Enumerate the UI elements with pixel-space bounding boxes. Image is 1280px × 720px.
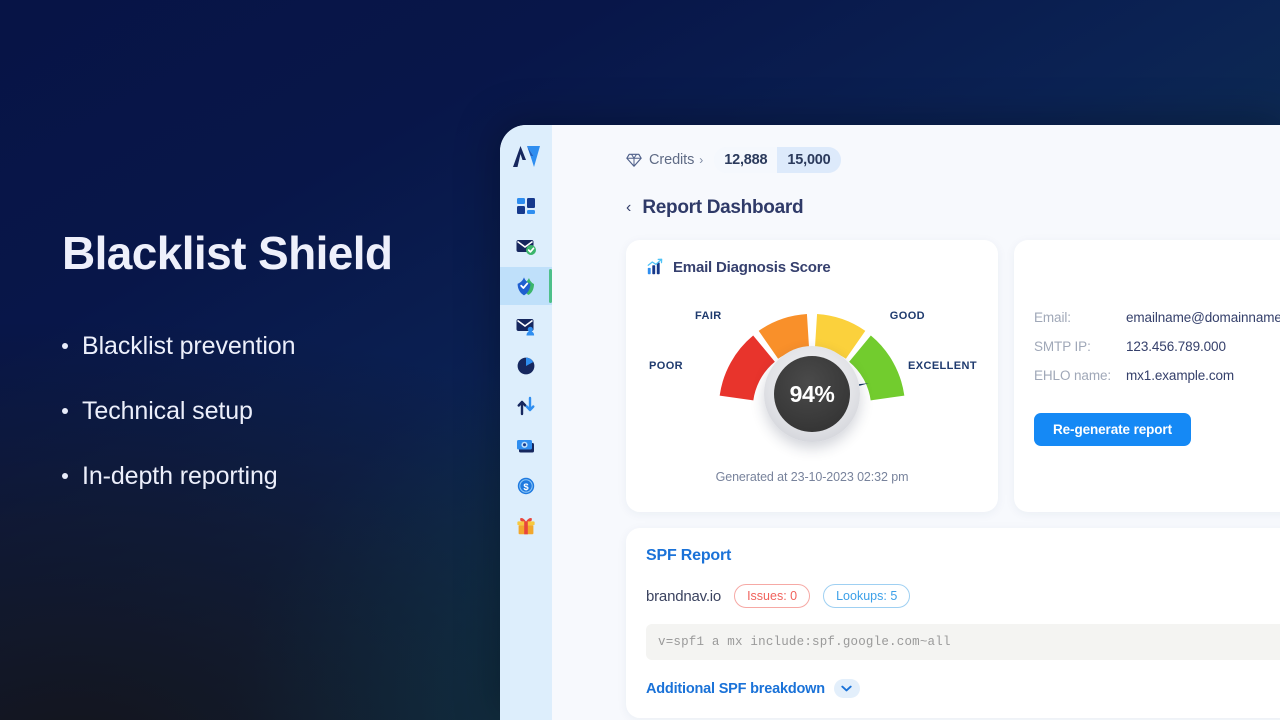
diamond-icon — [626, 153, 642, 167]
gauge-value-label: 94% — [789, 380, 835, 407]
issues-badge[interactable]: Issues: 0 — [734, 584, 811, 608]
sidebar-item-analytics[interactable] — [500, 347, 552, 385]
additional-spf-breakdown-row[interactable]: Additional SPF breakdown — [646, 679, 1280, 698]
chevron-down-icon[interactable] — [833, 679, 860, 698]
page-title: Report Dashboard — [642, 197, 804, 218]
spf-summary-row: brandnav.io Issues: 0 Lookups: 5 — [646, 584, 1280, 608]
email-diagnosis-score-card: Email Diagnosis Score POOR FAIR GOOD EXC… — [626, 240, 998, 512]
list-item: Technical setup — [62, 397, 460, 426]
regenerate-report-button[interactable]: Re-generate report — [1034, 413, 1191, 446]
spf-domain-label: brandnav.io — [646, 587, 722, 605]
sidebar: $ — [500, 125, 552, 720]
bullet-dot-icon — [62, 343, 68, 350]
gauge-label-good: GOOD — [889, 310, 925, 322]
gift-box-icon — [517, 518, 535, 535]
credits-used-value: 12,888 — [714, 147, 778, 173]
table-row: Email: emailname@domainname.com — [1034, 310, 1280, 325]
sidebar-item-transfers[interactable] — [500, 387, 552, 425]
dashboard-grid-icon — [517, 198, 535, 214]
report-details-card: Email: emailname@domainname.com SMTP IP:… — [1014, 240, 1280, 512]
spf-report-card: SPF Report brandnav.io Issues: 0 Lookups… — [626, 528, 1280, 718]
additional-spf-breakdown-label[interactable]: Additional SPF breakdown — [646, 681, 825, 697]
credits-pill[interactable]: 12,888 15,000 — [714, 147, 841, 173]
table-row: SMTP IP: 123.456.789.000 — [1034, 339, 1280, 354]
card-row: Email Diagnosis Score POOR FAIR GOOD EXC… — [626, 240, 1280, 512]
card-title: Email Diagnosis Score — [673, 258, 831, 276]
detail-key: EHLO name: — [1034, 368, 1112, 383]
card-header: Email Diagnosis Score — [646, 258, 978, 276]
gauge-hub: 94% — [764, 346, 860, 442]
page-header: ‹ Report Dashboard — [626, 197, 1280, 219]
spf-report-title: SPF Report — [646, 547, 732, 564]
promo-bullet-list: Blacklist prevention Technical setup In-… — [40, 332, 460, 491]
money-stack-icon — [517, 440, 534, 453]
sidebar-item-email-verify[interactable] — [500, 227, 552, 265]
bar-chart-up-icon — [647, 258, 663, 275]
chevron-right-icon: › — [699, 153, 704, 167]
gauge-label-poor: POOR — [649, 360, 683, 372]
bullet-dot-icon — [62, 473, 68, 480]
app-window: $ Credits › 12,888 15,000 ‹ Report Dashb… — [500, 125, 1280, 720]
av-logo-icon[interactable] — [509, 141, 543, 171]
promo-title: Blacklist Shield — [62, 226, 393, 279]
gauge-label-fair: FAIR — [695, 310, 722, 322]
email-contact-icon — [516, 319, 535, 336]
detail-value: 123.456.789.000 — [1126, 339, 1226, 354]
credits-label: Credits — [649, 152, 695, 168]
sidebar-item-rewards[interactable] — [500, 507, 552, 545]
pie-chart-icon — [517, 357, 535, 375]
credits-total-value: 15,000 — [777, 147, 841, 173]
bullet-dot-icon — [62, 408, 68, 415]
shield-check-icon — [517, 277, 534, 296]
gauge-chart: POOR FAIR GOOD EXCELLENT 94% — [647, 294, 977, 454]
promo-pane: Blacklist Shield Blacklist prevention Te… — [0, 0, 500, 720]
sidebar-item-payments[interactable]: $ — [500, 467, 552, 505]
dollar-coin-icon: $ — [517, 477, 535, 495]
detail-rows: Email: emailname@domainname.com SMTP IP:… — [1034, 310, 1280, 383]
svg-text:$: $ — [523, 482, 529, 493]
email-verified-icon — [516, 240, 536, 255]
table-row: EHLO name: mx1.example.com — [1034, 368, 1280, 383]
detail-key: SMTP IP: — [1034, 339, 1091, 354]
credits-bar[interactable]: Credits › 12,888 15,000 — [626, 147, 1280, 173]
promo-bullet-label: Blacklist prevention — [82, 332, 296, 361]
generated-at-text: Generated at 23-10-2023 02:32 pm — [715, 470, 909, 484]
sidebar-item-email-contacts[interactable] — [500, 307, 552, 345]
sidebar-item-billing[interactable] — [500, 427, 552, 465]
list-item: In-depth reporting — [62, 462, 460, 491]
detail-value: mx1.example.com — [1126, 368, 1235, 383]
promo-bullet-label: Technical setup — [82, 397, 253, 426]
sidebar-item-blacklist-shield[interactable] — [500, 267, 552, 305]
list-item: Blacklist prevention — [62, 332, 460, 361]
detail-key: Email: — [1034, 310, 1071, 325]
lookups-badge[interactable]: Lookups: 5 — [823, 584, 911, 608]
detail-value: emailname@domainname.com — [1126, 310, 1280, 325]
promo-bullet-label: In-depth reporting — [82, 462, 278, 491]
spf-record-code: v=spf1 a mx include:spf.google.com~all — [646, 624, 1280, 660]
transfer-arrows-icon — [517, 396, 535, 416]
gauge-label-excellent: EXCELLENT — [908, 360, 977, 372]
sidebar-item-dashboard[interactable] — [500, 187, 552, 225]
main-content: Credits › 12,888 15,000 ‹ Report Dashboa… — [552, 125, 1280, 720]
back-chevron-icon[interactable]: ‹ — [626, 200, 631, 216]
gauge-hub-inner: 94% — [774, 356, 850, 432]
